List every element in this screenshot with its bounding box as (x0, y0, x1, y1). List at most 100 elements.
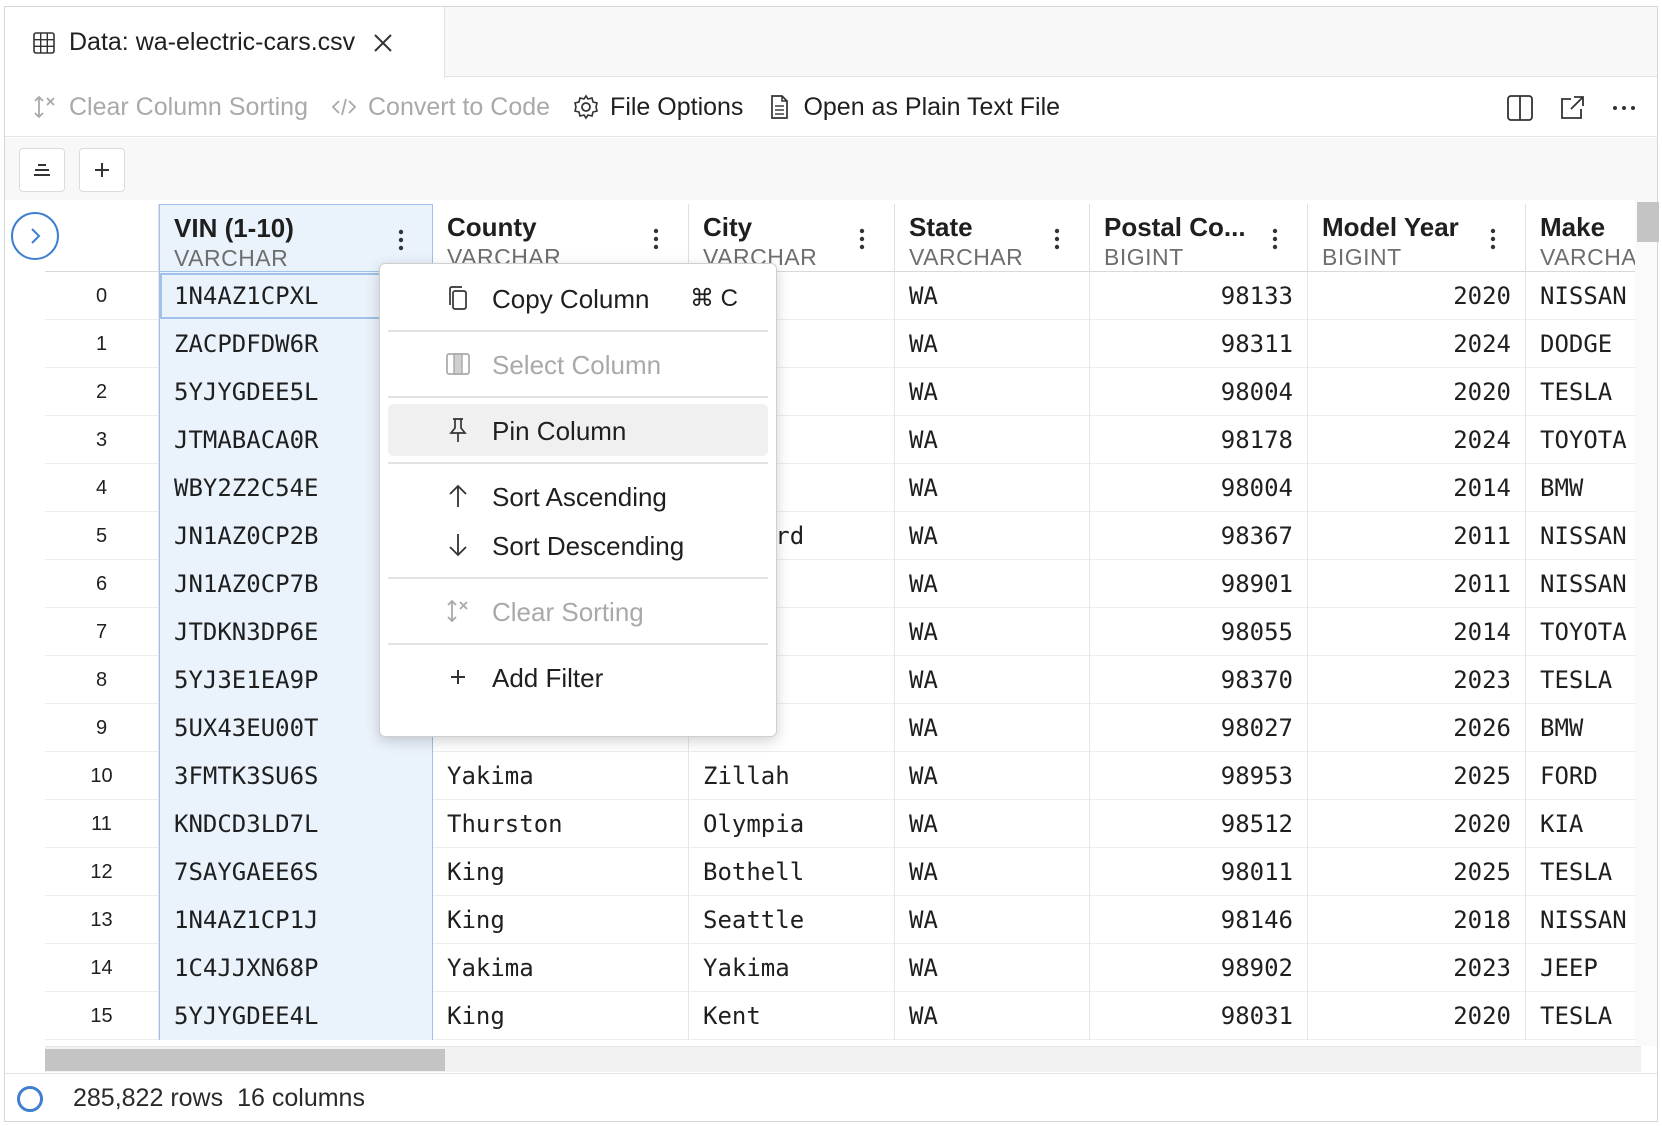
table-cell[interactable]: WA (895, 560, 1090, 608)
table-cell[interactable]: TOYOTA (1526, 608, 1641, 656)
table-cell[interactable]: 2023 (1308, 944, 1526, 992)
menu-sort-ascending[interactable]: Sort Ascending (388, 470, 768, 522)
table-cell[interactable]: 2014 (1308, 608, 1526, 656)
table-cell[interactable]: 2024 (1308, 416, 1526, 464)
split-editor-icon[interactable] (1505, 93, 1535, 123)
table-cell[interactable]: NISSAN (1526, 560, 1641, 608)
more-icon[interactable] (1609, 93, 1639, 123)
menu-sort-descending[interactable]: Sort Descending (388, 519, 768, 571)
clear-column-sorting-button[interactable]: Clear Column Sorting (31, 93, 308, 122)
table-cell[interactable]: 98178 (1090, 416, 1308, 464)
table-row[interactable]: 1ZACPDFDW6RrtonWA983112024DODGE (45, 320, 1641, 368)
table-cell[interactable]: WA (895, 992, 1090, 1040)
table-cell[interactable]: 2020 (1308, 800, 1526, 848)
table-cell[interactable]: WA (895, 464, 1090, 512)
table-cell[interactable]: 98055 (1090, 608, 1308, 656)
table-row[interactable]: 01N4AZ1CPXLlineWA981332020NISSAN (45, 272, 1641, 320)
table-cell[interactable]: 2025 (1308, 848, 1526, 896)
table-cell[interactable]: WA (895, 512, 1090, 560)
convert-to-code-button[interactable]: Convert to Code (330, 93, 550, 122)
file-options-button[interactable]: File Options (572, 93, 743, 122)
column-header[interactable]: Model Year BIGINT (1308, 204, 1526, 272)
table-row[interactable]: 12 7SAYGAEE6S King Bothell WA 98011 2025 TESLA (45, 848, 1641, 896)
column-header[interactable]: County VARCHAR (433, 204, 689, 272)
table-cell[interactable]: WA (895, 320, 1090, 368)
column-menu-icon[interactable] (398, 229, 404, 251)
table-cell[interactable]: 98367 (1090, 512, 1308, 560)
table-row[interactable]: 85YJ3E1EA9PboWA983702023TESLA (45, 656, 1641, 704)
add-filter-button[interactable] (79, 148, 125, 192)
table-cell[interactable]: 98311 (1090, 320, 1308, 368)
table-cell[interactable]: 98901 (1090, 560, 1308, 608)
table-cell[interactable]: WA (895, 848, 1090, 896)
vertical-scroll-thumb[interactable] (1637, 202, 1659, 242)
table-cell[interactable]: WA (895, 416, 1090, 464)
table-cell[interactable]: NISSAN (1526, 512, 1641, 560)
menu-copy-column[interactable]: Copy Column ⌘ C (388, 272, 768, 324)
table-row[interactable]: 14 1C4JJXN68P Yakima Yakima WA 98902 2023 JEEP (45, 944, 1641, 992)
table-cell[interactable]: King (433, 896, 689, 944)
table-cell[interactable]: Kent (689, 992, 895, 1040)
table-cell[interactable]: KNDCD3LD7L (159, 800, 433, 848)
table-cell[interactable]: Bothell (689, 848, 895, 896)
table-cell[interactable]: 3FMTK3SU6S (159, 752, 433, 800)
table-cell[interactable]: Thurston (433, 800, 689, 848)
table-cell[interactable]: WA (895, 368, 1090, 416)
horizontal-scroll-thumb[interactable] (45, 1049, 445, 1071)
table-row[interactable]: 11 KNDCD3LD7L Thurston Olympia WA 98512 2020 KI… (45, 800, 1641, 848)
table-cell[interactable]: DODGE (1526, 320, 1641, 368)
table-cell[interactable]: Yakima (433, 944, 689, 992)
table-cell[interactable]: 2014 (1308, 464, 1526, 512)
table-cell[interactable]: King (433, 992, 689, 1040)
table-cell[interactable]: FORD (1526, 752, 1641, 800)
table-cell[interactable]: 98512 (1090, 800, 1308, 848)
horizontal-scrollbar[interactable] (45, 1046, 1641, 1072)
table-row[interactable]: 6JN1AZ0CP7BaWA989012011NISSAN (45, 560, 1641, 608)
table-cell[interactable]: 2026 (1308, 704, 1526, 752)
open-external-icon[interactable] (1557, 93, 1587, 123)
column-menu-icon[interactable] (1054, 228, 1060, 250)
table-cell[interactable]: King (433, 848, 689, 896)
menu-clear-sorting[interactable]: Clear Sorting (388, 585, 768, 637)
open-plain-text-button[interactable]: Open as Plain Text File (765, 93, 1060, 122)
table-cell[interactable]: BMW (1526, 704, 1641, 752)
table-cell[interactable]: 98027 (1090, 704, 1308, 752)
table-cell[interactable]: WA (895, 800, 1090, 848)
column-menu-icon[interactable] (859, 228, 865, 250)
menu-select-column[interactable]: Select Column (388, 338, 768, 390)
table-cell[interactable]: WA (895, 608, 1090, 656)
tab-data-file[interactable]: Data: wa-electric-cars.csv (5, 7, 445, 78)
table-cell[interactable]: 5YJYGDEE4L (159, 992, 433, 1040)
table-cell[interactable]: NISSAN (1526, 896, 1641, 944)
table-cell[interactable]: Yakima (689, 944, 895, 992)
close-icon[interactable] (369, 29, 397, 57)
table-cell[interactable]: 2020 (1308, 368, 1526, 416)
table-cell[interactable]: KIA (1526, 800, 1641, 848)
table-cell[interactable]: 7SAYGAEE6S (159, 848, 433, 896)
table-cell[interactable]: Olympia (689, 800, 895, 848)
column-header[interactable]: City VARCHAR (689, 204, 895, 272)
table-cell[interactable]: 2020 (1308, 992, 1526, 1040)
table-cell[interactable]: 1C4JJXN68P (159, 944, 433, 992)
table-row[interactable]: 95UX43EU00TuahWA980272026BMW (45, 704, 1641, 752)
table-cell[interactable]: TOYOTA (1526, 416, 1641, 464)
column-menu-icon[interactable] (1490, 228, 1496, 250)
table-cell[interactable]: TESLA (1526, 992, 1641, 1040)
table-row[interactable]: 25YJYGDEE5LvueWA980042020TESLA (45, 368, 1641, 416)
table-cell[interactable]: 98011 (1090, 848, 1308, 896)
menu-add-filter[interactable]: Add Filter (388, 651, 768, 703)
column-header[interactable]: Postal Co... BIGINT (1090, 204, 1308, 272)
table-cell[interactable]: 2023 (1308, 656, 1526, 704)
table-cell[interactable]: 2020 (1308, 272, 1526, 320)
table-cell[interactable]: 98146 (1090, 896, 1308, 944)
row-options-button[interactable] (19, 148, 65, 192)
table-cell[interactable]: BMW (1526, 464, 1641, 512)
table-cell[interactable]: WA (895, 656, 1090, 704)
table-row[interactable]: 5JN1AZ0CP2BOrchardWA983672011NISSAN (45, 512, 1641, 560)
table-cell[interactable]: Zillah (689, 752, 895, 800)
table-cell[interactable]: 98031 (1090, 992, 1308, 1040)
table-row[interactable]: 7JTDKN3DP6EnWA980552014TOYOTA (45, 608, 1641, 656)
column-menu-icon[interactable] (653, 228, 659, 250)
table-cell[interactable]: WA (895, 896, 1090, 944)
table-row[interactable]: 3JTMABACA0RleWA981782024TOYOTA (45, 416, 1641, 464)
